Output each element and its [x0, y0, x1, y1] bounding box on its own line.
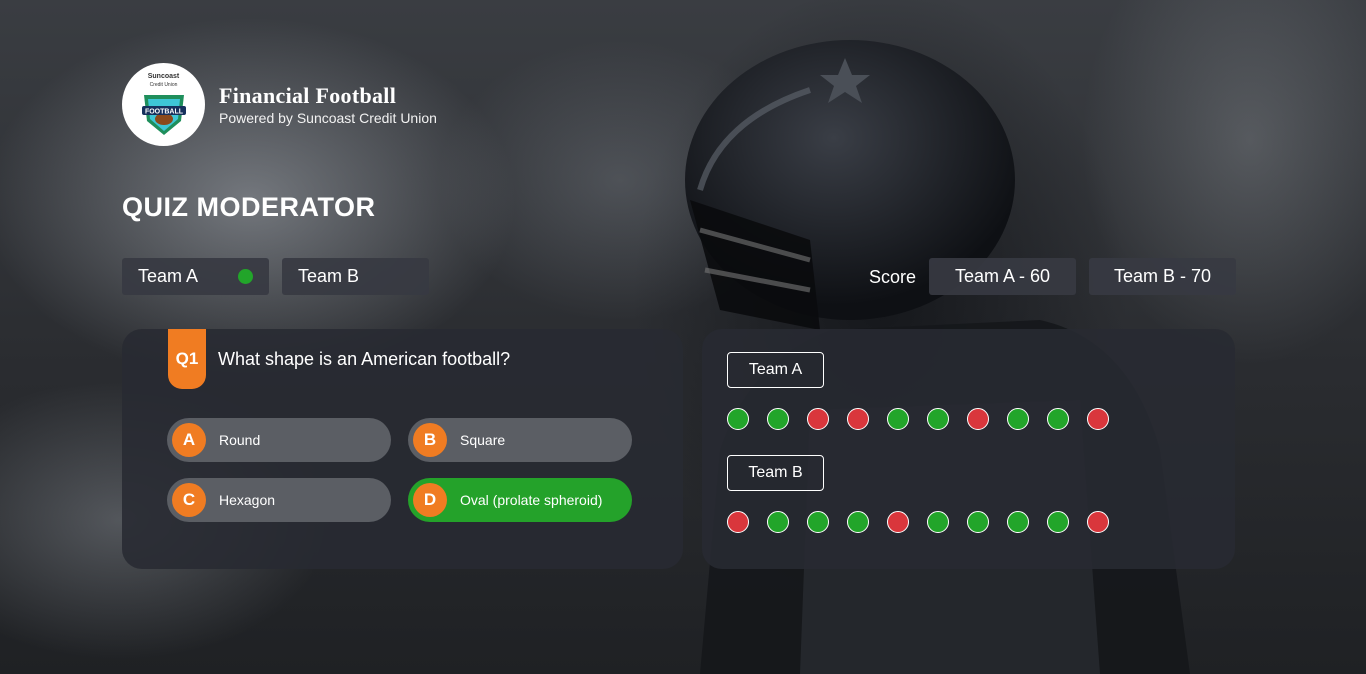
page-title: QUIZ MODERATOR	[122, 192, 376, 222]
brand-subtitle: Powered by Suncoast Credit Union	[219, 110, 437, 126]
team-b-results-row	[727, 511, 1127, 533]
result-dot-wrong	[887, 511, 909, 533]
result-dot-correct	[967, 511, 989, 533]
result-dot-correct	[807, 511, 829, 533]
result-dot-correct	[847, 511, 869, 533]
result-dot-correct	[1007, 511, 1029, 533]
team-b-results-label: Team B	[727, 455, 824, 491]
team-b-score: Team B - 70	[1089, 258, 1236, 295]
result-dot-correct	[727, 408, 749, 430]
option-c-button[interactable]: C Hexagon	[167, 478, 391, 522]
option-b-text: Square	[460, 432, 506, 448]
result-dot-wrong	[727, 511, 749, 533]
score-label: Score	[869, 267, 917, 287]
option-b-button[interactable]: B Square	[408, 418, 632, 462]
result-dot-correct	[927, 511, 949, 533]
result-dot-correct	[1047, 408, 1069, 430]
answers-history-panel: Team A Team B	[702, 329, 1235, 569]
brand-header: Suncoast Credit Union FOOTBALL Financial…	[122, 63, 437, 146]
result-dot-correct	[1047, 511, 1069, 533]
result-dot-wrong	[807, 408, 829, 430]
option-d-text: Oval (prolate spheroid)	[460, 492, 603, 508]
result-dot-correct	[927, 408, 949, 430]
result-dot-correct	[767, 408, 789, 430]
question-number-tag: Q1	[168, 329, 206, 389]
team-a-tab-label: Team A	[138, 266, 199, 286]
option-a-button[interactable]: A Round	[167, 418, 391, 462]
team-b-tab-label: Team B	[298, 266, 360, 286]
result-dot-wrong	[847, 408, 869, 430]
option-d-letter: D	[413, 483, 447, 517]
result-dot-correct	[1007, 408, 1029, 430]
result-dot-wrong	[967, 408, 989, 430]
option-c-text: Hexagon	[219, 492, 276, 508]
question-text: What shape is an American football?	[218, 349, 511, 369]
option-a-text: Round	[219, 432, 261, 448]
team-a-score: Team A - 60	[929, 258, 1076, 295]
suncoast-logo: Suncoast Credit Union FOOTBALL	[122, 63, 205, 146]
option-b-letter: B	[413, 423, 447, 457]
team-a-results-row	[727, 408, 1127, 430]
team-b-tab[interactable]: Team B	[282, 258, 429, 295]
brand-title: Financial Football	[219, 83, 397, 108]
logo-sub-text: Credit Union	[149, 81, 178, 88]
question-panel: Q1 What shape is an American football? A…	[122, 329, 683, 569]
team-a-tab[interactable]: Team A	[122, 258, 269, 295]
football-badge-icon: FOOTBALL	[141, 94, 186, 135]
logo-top-text: Suncoast	[147, 72, 180, 80]
option-c-letter: C	[172, 483, 206, 517]
result-dot-correct	[767, 511, 789, 533]
option-a-letter: A	[172, 423, 206, 457]
active-team-indicator	[238, 269, 253, 284]
result-dot-wrong	[1087, 408, 1109, 430]
logo-badge-text: FOOTBALL	[144, 108, 183, 115]
team-a-results-label: Team A	[727, 352, 824, 388]
option-d-button[interactable]: D Oval (prolate spheroid)	[408, 478, 632, 522]
result-dot-correct	[887, 408, 909, 430]
result-dot-wrong	[1087, 511, 1109, 533]
